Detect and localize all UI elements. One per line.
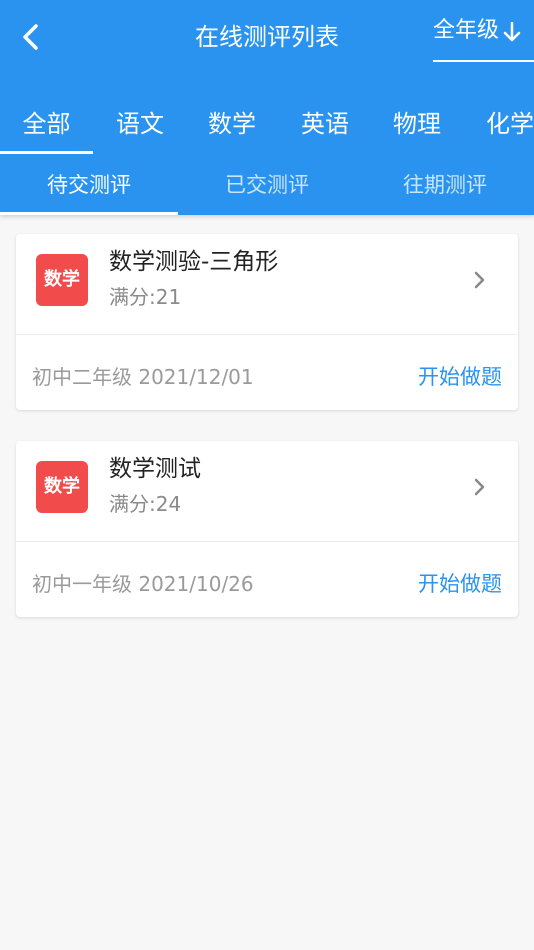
start-test-button[interactable]: 开始做题 (418, 362, 502, 392)
tab-math[interactable]: 数学 (199, 96, 265, 154)
test-card-header[interactable]: 数学 数学测试 满分:24 (16, 441, 518, 542)
tab-all[interactable]: 全部 (0, 96, 93, 154)
test-grade-date: 初中二年级 2021/12/01 (32, 365, 254, 389)
test-title: 数学测试 (109, 456, 201, 482)
test-full-score: 满分:21 (109, 285, 182, 309)
test-card[interactable]: 数学 数学测验-三角形 满分:21 初中二年级 2021/12/01 开始做题 (16, 234, 518, 410)
test-card[interactable]: 数学 数学测试 满分:24 初中一年级 2021/10/26 开始做题 (16, 441, 518, 617)
test-title: 数学测验-三角形 (109, 249, 279, 275)
tab-past[interactable]: 往期测评 (356, 154, 534, 215)
tab-pending[interactable]: 待交测评 (0, 154, 178, 215)
subject-badge: 数学 (36, 461, 88, 513)
tab-english[interactable]: 英语 (292, 96, 358, 154)
tab-physics[interactable]: 物理 (384, 96, 450, 154)
app-header: 在线测评列表 全年级 全部 语文 数学 英语 物理 化学 待交测评 已交测评 往… (0, 0, 534, 215)
grade-filter-label: 全年级 (433, 18, 500, 43)
status-tab-bar: 待交测评 已交测评 往期测评 (0, 154, 534, 215)
chevron-right-icon (474, 268, 490, 292)
tab-chemistry[interactable]: 化学 (477, 96, 534, 154)
arrow-down-icon (503, 22, 521, 42)
subject-tab-bar: 全部 语文 数学 英语 物理 化学 (0, 96, 534, 154)
test-full-score: 满分:24 (109, 492, 182, 516)
tab-submitted[interactable]: 已交测评 (178, 154, 356, 215)
tab-chinese[interactable]: 语文 (107, 96, 173, 154)
nav-bar: 在线测评列表 全年级 (0, 0, 534, 78)
subject-badge: 数学 (36, 254, 88, 306)
grade-filter-button[interactable]: 全年级 (433, 16, 534, 62)
chevron-right-icon (474, 475, 490, 499)
chevron-left-icon (23, 24, 38, 50)
start-test-button[interactable]: 开始做题 (418, 569, 502, 599)
test-grade-date: 初中一年级 2021/10/26 (32, 572, 254, 596)
back-button[interactable] (14, 20, 46, 54)
test-card-header[interactable]: 数学 数学测验-三角形 满分:21 (16, 234, 518, 335)
